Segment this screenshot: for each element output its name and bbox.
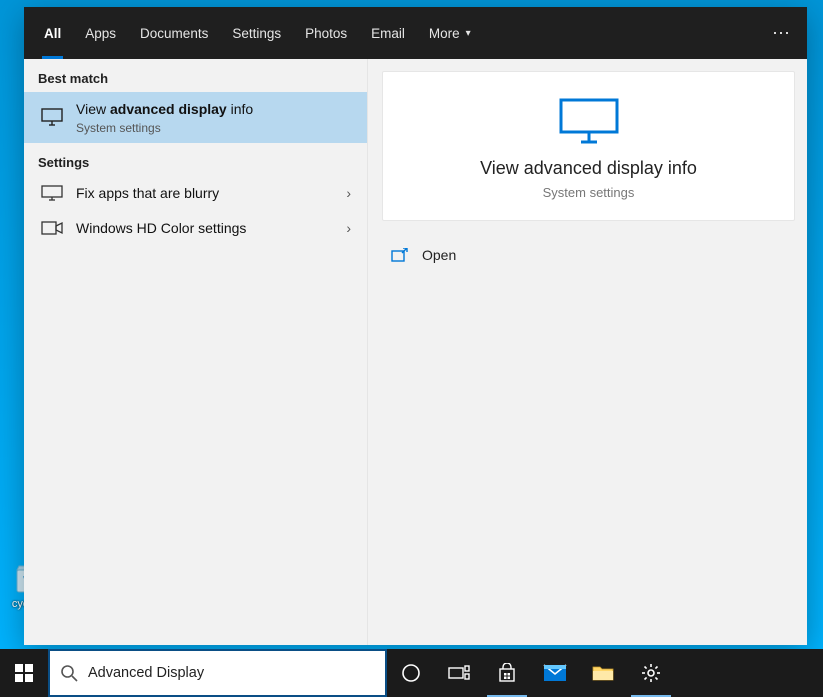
results-column: Best match View advanced display info Sy…: [24, 59, 368, 645]
search-results-panel: All Apps Documents Settings Photos Email…: [24, 7, 807, 645]
result-hd-color[interactable]: Windows HD Color settings ›: [24, 211, 367, 246]
task-view-button[interactable]: [435, 649, 483, 697]
chevron-down-icon: ▾: [466, 28, 471, 39]
preview-subtitle: System settings: [543, 185, 635, 200]
camera-icon: [38, 221, 66, 235]
shopping-bag-icon: [497, 663, 517, 683]
result-best-match[interactable]: View advanced display info System settin…: [24, 92, 367, 143]
result-title: Fix apps that are blurry: [76, 184, 346, 203]
result-title: Windows HD Color settings: [76, 219, 346, 238]
monitor-icon: [38, 108, 66, 126]
tab-settings[interactable]: Settings: [220, 7, 293, 59]
tab-email[interactable]: Email: [359, 7, 417, 59]
taskbar: [0, 649, 823, 697]
tab-more-label: More: [429, 26, 460, 41]
result-subtitle: System settings: [76, 121, 353, 135]
search-input[interactable]: [88, 665, 375, 681]
search-icon: [60, 664, 78, 682]
preview-card: View advanced display info System settin…: [382, 71, 795, 221]
gear-icon: [641, 663, 661, 683]
tab-all[interactable]: All: [32, 7, 73, 59]
store-app-button[interactable]: [483, 649, 531, 697]
monitor-icon: [38, 185, 66, 201]
tab-documents[interactable]: Documents: [128, 7, 220, 59]
mail-app-button[interactable]: [531, 649, 579, 697]
result-fix-blurry[interactable]: Fix apps that are blurry ›: [24, 176, 367, 211]
taskbar-search-box[interactable]: [48, 649, 387, 697]
windows-logo-icon: [15, 664, 33, 682]
mail-icon: [543, 664, 567, 682]
tab-photos[interactable]: Photos: [293, 7, 359, 59]
open-action-label: Open: [422, 247, 456, 263]
more-options-button[interactable]: ⋯: [772, 23, 791, 44]
cortana-button[interactable]: [387, 649, 435, 697]
group-label-settings: Settings: [24, 143, 367, 176]
group-label-best-match: Best match: [24, 59, 367, 92]
result-title: View advanced display info: [76, 100, 353, 119]
search-panel-header: All Apps Documents Settings Photos Email…: [24, 7, 807, 59]
tab-apps[interactable]: Apps: [73, 7, 128, 59]
start-button[interactable]: [0, 649, 48, 697]
cortana-icon: [401, 663, 421, 683]
folder-icon: [592, 664, 614, 682]
preview-column: View advanced display info System settin…: [368, 59, 807, 645]
monitor-icon-large: [557, 96, 621, 144]
chevron-right-icon: ›: [346, 185, 353, 201]
open-action[interactable]: Open: [382, 237, 795, 273]
open-icon: [388, 248, 412, 262]
search-panel-body: Best match View advanced display info Sy…: [24, 59, 807, 645]
preview-title: View advanced display info: [480, 158, 697, 179]
settings-app-button[interactable]: [627, 649, 675, 697]
task-view-icon: [448, 665, 470, 681]
chevron-right-icon: ›: [346, 220, 353, 236]
tab-more[interactable]: More ▾: [417, 7, 483, 59]
file-explorer-button[interactable]: [579, 649, 627, 697]
